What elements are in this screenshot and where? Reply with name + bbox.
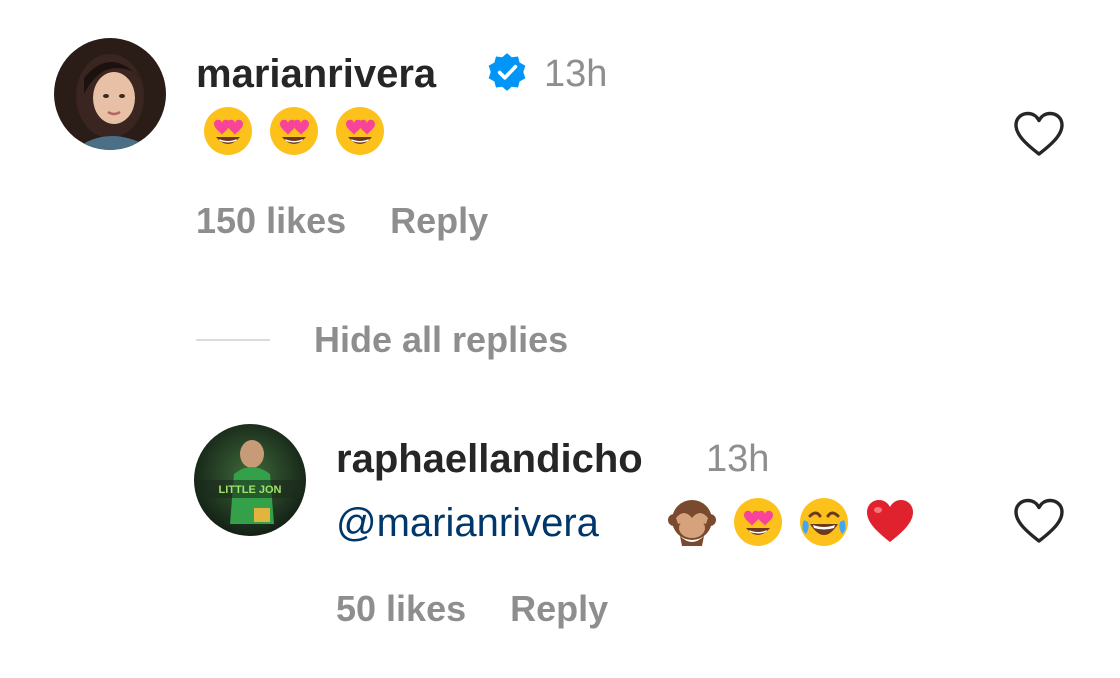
reply-avatar[interactable]: LITTLE JON <box>194 424 306 536</box>
heart-eyes-emoji-icon <box>270 107 318 155</box>
likes-count[interactable]: 150 likes <box>196 200 346 242</box>
see-no-evil-monkey-emoji-icon <box>668 500 716 546</box>
comment-item: marianrivera 13h 150 likes Reply <box>0 0 1120 300</box>
reply-timestamp: 13h <box>706 438 770 480</box>
mention-link[interactable]: @marianrivera <box>336 501 599 546</box>
reply-item: LITTLE JON raphaellandicho 13h @marianri… <box>0 400 1120 678</box>
heart-eyes-emoji-icon <box>204 107 252 155</box>
reply-reply-button[interactable]: Reply <box>510 588 608 630</box>
heart-eyes-emoji-icon <box>336 107 384 155</box>
hide-replies-button[interactable]: Hide all replies <box>314 319 568 361</box>
comment-text <box>202 105 386 157</box>
reply-username[interactable]: raphaellandicho <box>336 437 643 482</box>
replies-divider-line <box>196 339 270 341</box>
reply-likes-count[interactable]: 50 likes <box>336 588 466 630</box>
like-heart-icon[interactable] <box>1012 497 1066 545</box>
comment-username[interactable]: marianrivera <box>196 52 436 97</box>
comment-meta: 150 likes Reply <box>196 200 488 242</box>
reply-avatar-logo-text: LITTLE JON <box>219 484 282 496</box>
reply-meta: 50 likes Reply <box>336 588 608 630</box>
avatar[interactable] <box>54 38 166 150</box>
heart-eyes-emoji-icon <box>734 498 782 546</box>
reply-button[interactable]: Reply <box>390 200 488 242</box>
reply-avatar-photo: LITTLE JON <box>194 424 306 536</box>
like-heart-icon[interactable] <box>1012 110 1066 158</box>
avatar-photo <box>54 38 166 150</box>
verified-badge-icon <box>488 53 526 91</box>
red-heart-emoji-icon <box>867 500 913 542</box>
tears-of-joy-emoji-icon <box>800 498 848 546</box>
reply-emojis <box>666 496 916 548</box>
comment-timestamp: 13h <box>544 53 608 95</box>
